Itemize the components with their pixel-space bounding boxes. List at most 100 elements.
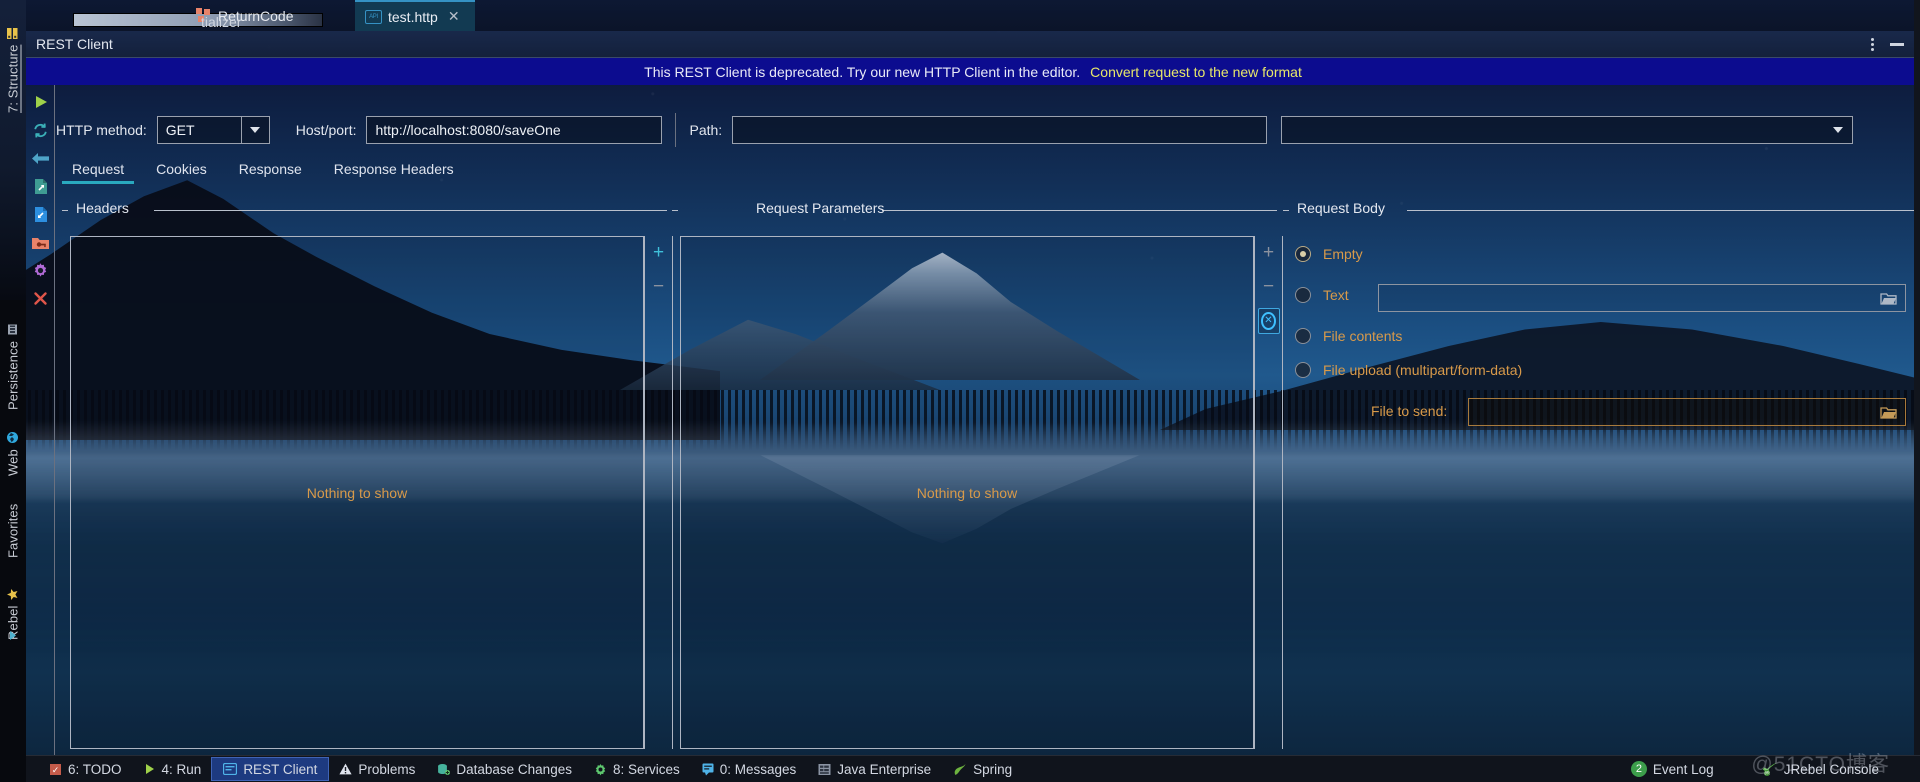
form-separator bbox=[675, 113, 677, 147]
gear-icon[interactable] bbox=[26, 259, 55, 281]
refresh-icon[interactable] bbox=[26, 119, 55, 141]
http-file-icon: API bbox=[365, 9, 382, 24]
folder-icon[interactable] bbox=[1880, 406, 1897, 419]
file-to-send-input[interactable] bbox=[1468, 398, 1906, 426]
status-item-java-enterprise-label: Java Enterprise bbox=[837, 761, 932, 777]
sidebar-item-favorites[interactable]: Favorites bbox=[0, 468, 26, 558]
radio-file-contents-indicator[interactable] bbox=[1295, 328, 1311, 344]
remove-parameter-button[interactable]: − bbox=[1254, 270, 1283, 304]
status-bar[interactable]: ✓ 6: TODO 4: Run REST Client Problems Da… bbox=[26, 755, 1920, 782]
text-body-input[interactable] bbox=[1378, 284, 1906, 312]
path-label: Path: bbox=[689, 122, 723, 138]
request-body-panel: Request Body Empty Text File contents Fi… bbox=[1283, 200, 1915, 750]
path-input[interactable] bbox=[732, 116, 1268, 144]
radio-file-upload[interactable]: File upload (multipart/form-data) bbox=[1295, 362, 1522, 378]
radio-text-indicator[interactable] bbox=[1295, 287, 1311, 303]
radio-empty[interactable]: Empty bbox=[1295, 246, 1363, 262]
radio-file-contents[interactable]: File contents bbox=[1295, 328, 1402, 344]
chevron-down-icon[interactable] bbox=[240, 117, 269, 143]
sidebar-item-web[interactable]: Web bbox=[0, 408, 26, 476]
sidebar-item-persistence-label: Persistence bbox=[5, 340, 21, 410]
radio-empty-label: Empty bbox=[1323, 246, 1363, 262]
request-preset-select[interactable] bbox=[1281, 116, 1854, 144]
add-header-button[interactable]: + bbox=[644, 236, 673, 270]
messages-icon bbox=[702, 763, 714, 776]
tab-request[interactable]: Request bbox=[56, 158, 140, 184]
request-parameters-panel-title: Request Parameters bbox=[756, 200, 885, 216]
close-circle-icon[interactable]: ✕ bbox=[1257, 308, 1280, 334]
radio-text[interactable]: Text bbox=[1295, 287, 1349, 303]
sidebar-item-persistence[interactable]: Persistence bbox=[0, 300, 26, 410]
folder-icon[interactable] bbox=[1880, 292, 1897, 305]
minimize-icon[interactable] bbox=[1890, 42, 1904, 46]
host-port-label: Host/port: bbox=[295, 122, 357, 138]
folder-key-icon[interactable] bbox=[26, 231, 55, 253]
database-icon bbox=[437, 763, 451, 776]
status-item-problems[interactable]: Problems bbox=[328, 758, 426, 780]
tab-response-label: Response bbox=[238, 161, 302, 177]
structure-icon bbox=[7, 27, 20, 40]
editor-tab-test-http-label: test.http bbox=[388, 8, 438, 25]
export-file-icon[interactable] bbox=[26, 175, 55, 197]
close-icon[interactable]: ✕ bbox=[448, 8, 460, 25]
radio-file-upload-indicator[interactable] bbox=[1295, 362, 1311, 378]
tab-response-headers-label: Response Headers bbox=[333, 161, 454, 177]
page-title: REST Client bbox=[36, 36, 113, 52]
status-item-database-changes[interactable]: Database Changes bbox=[426, 758, 583, 780]
radio-text-label: Text bbox=[1323, 287, 1349, 303]
todo-icon: ✓ bbox=[49, 763, 62, 776]
headers-side-buttons[interactable]: + − bbox=[644, 236, 673, 749]
event-log-label: Event Log bbox=[1652, 761, 1714, 777]
web-globe-icon bbox=[7, 431, 20, 444]
tab-response[interactable]: Response bbox=[223, 158, 318, 184]
sidebar-item-structure[interactable]: 7: Structure bbox=[0, 2, 26, 117]
remove-header-button[interactable]: − bbox=[644, 270, 673, 304]
status-item-rest-client[interactable]: REST Client bbox=[211, 757, 330, 781]
import-file-icon[interactable] bbox=[26, 203, 55, 225]
services-icon bbox=[594, 763, 607, 776]
star-icon bbox=[7, 588, 20, 601]
http-file-icon-text: API bbox=[369, 13, 378, 20]
status-item-java-enterprise[interactable]: Java Enterprise bbox=[807, 758, 942, 780]
close-icon: ✕ bbox=[1261, 312, 1276, 330]
host-port-input[interactable]: http://localhost:8080/saveOne bbox=[366, 116, 663, 144]
http-method-label: HTTP method: bbox=[56, 122, 147, 138]
tool-window-buttons[interactable] bbox=[1871, 37, 1920, 51]
status-item-spring-label: Spring bbox=[973, 761, 1013, 777]
status-item-todo-label: 6: TODO bbox=[68, 761, 122, 777]
status-item-messages[interactable]: 0: Messages bbox=[691, 758, 808, 780]
back-arrow-icon[interactable] bbox=[26, 147, 55, 169]
radio-empty-indicator[interactable] bbox=[1295, 246, 1311, 262]
event-log-button[interactable]: 2 Event Log bbox=[1620, 758, 1725, 780]
request-parameters-list[interactable]: Nothing to show bbox=[680, 236, 1254, 749]
left-tool-rail[interactable]: 7: Structure Persistence Web Favorites R… bbox=[0, 0, 26, 782]
watermark: @51CTO博客 bbox=[1751, 753, 1890, 776]
tool-window-header: REST Client bbox=[26, 31, 1920, 58]
status-item-spring[interactable]: Spring bbox=[942, 758, 1023, 780]
request-parameters-empty-text: Nothing to show bbox=[916, 484, 1018, 501]
request-parameters-panel: Request Parameters Nothing to show + − ✕ bbox=[672, 200, 1283, 750]
http-method-select[interactable]: GET bbox=[156, 116, 270, 144]
jrebel-chevron-icon[interactable] bbox=[0, 628, 26, 642]
status-item-services[interactable]: 8: Services bbox=[583, 758, 691, 780]
request-action-rail[interactable] bbox=[26, 85, 55, 755]
run-icon[interactable] bbox=[26, 91, 55, 113]
editor-tab-test-http[interactable]: API test.http ✕ bbox=[355, 0, 475, 31]
status-item-todo[interactable]: ✓ 6: TODO bbox=[38, 758, 133, 780]
tab-cookies[interactable]: Cookies bbox=[140, 158, 223, 184]
convert-request-link[interactable]: Convert request to the new format bbox=[1090, 64, 1302, 80]
more-options-icon[interactable] bbox=[1871, 37, 1874, 51]
clear-parameters-button[interactable]: ✕ bbox=[1254, 304, 1283, 338]
chevron-down-icon[interactable] bbox=[1824, 117, 1852, 143]
headers-panel: Headers Nothing to show + − bbox=[62, 200, 673, 750]
request-tabs[interactable]: Request Cookies Response Response Header… bbox=[56, 158, 1920, 188]
add-parameter-button[interactable]: + bbox=[1254, 236, 1283, 270]
editor-tab-strip[interactable]: ReturnCode tializer API test.http ✕ bbox=[26, 0, 1920, 31]
request-parameters-side-buttons[interactable]: + − ✕ bbox=[1254, 236, 1283, 749]
headers-list[interactable]: Nothing to show bbox=[70, 236, 644, 749]
tab-response-headers[interactable]: Response Headers bbox=[318, 158, 470, 184]
close-x-icon[interactable] bbox=[26, 287, 55, 309]
radio-file-upload-label: File upload (multipart/form-data) bbox=[1323, 362, 1523, 378]
status-item-run-label: 4: Run bbox=[161, 761, 202, 777]
status-item-run[interactable]: 4: Run bbox=[133, 758, 213, 780]
